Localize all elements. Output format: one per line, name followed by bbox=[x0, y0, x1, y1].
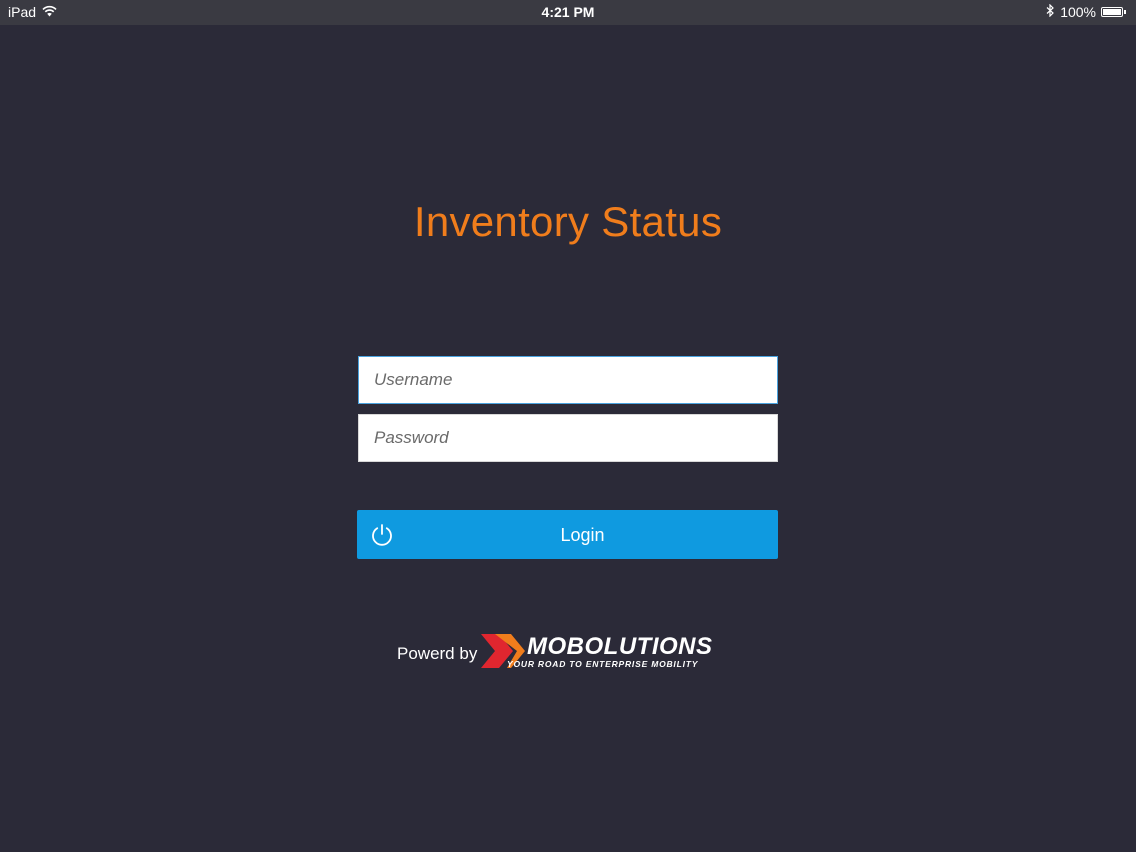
status-time: 4:21 PM bbox=[541, 4, 595, 20]
status-bar: iPad 4:21 PM 100% bbox=[0, 0, 1136, 25]
powered-by: Powerd by MOBOLUTIONS YOUR ROAD TO ENTER… bbox=[397, 632, 733, 672]
status-bar-right: 100% bbox=[1046, 3, 1126, 20]
battery-level bbox=[1103, 9, 1121, 15]
powered-by-text: Powerd by bbox=[397, 644, 478, 663]
battery-tip bbox=[1124, 10, 1126, 14]
app-title: Inventory Status bbox=[413, 198, 723, 245]
login-label: Login bbox=[560, 525, 605, 545]
login-screen: iPad 4:21 PM 100% Inventory Status Usern… bbox=[0, 0, 1136, 852]
password-input[interactable] bbox=[358, 414, 778, 462]
mobolutions-logo: MOBOLUTIONS YOUR ROAD TO ENTERPRISE MOBI… bbox=[481, 632, 733, 672]
bluetooth-icon bbox=[1046, 3, 1055, 20]
svg-text:MOBOLUTIONS: MOBOLUTIONS bbox=[527, 633, 713, 660]
svg-text:YOUR ROAD TO ENTERPRISE MOBILI: YOUR ROAD TO ENTERPRISE MOBILITY bbox=[507, 659, 699, 669]
battery-icon bbox=[1101, 7, 1123, 17]
login-button[interactable]: Login bbox=[357, 510, 778, 559]
username-input[interactable] bbox=[358, 356, 778, 404]
battery-percent: 100% bbox=[1060, 4, 1096, 20]
